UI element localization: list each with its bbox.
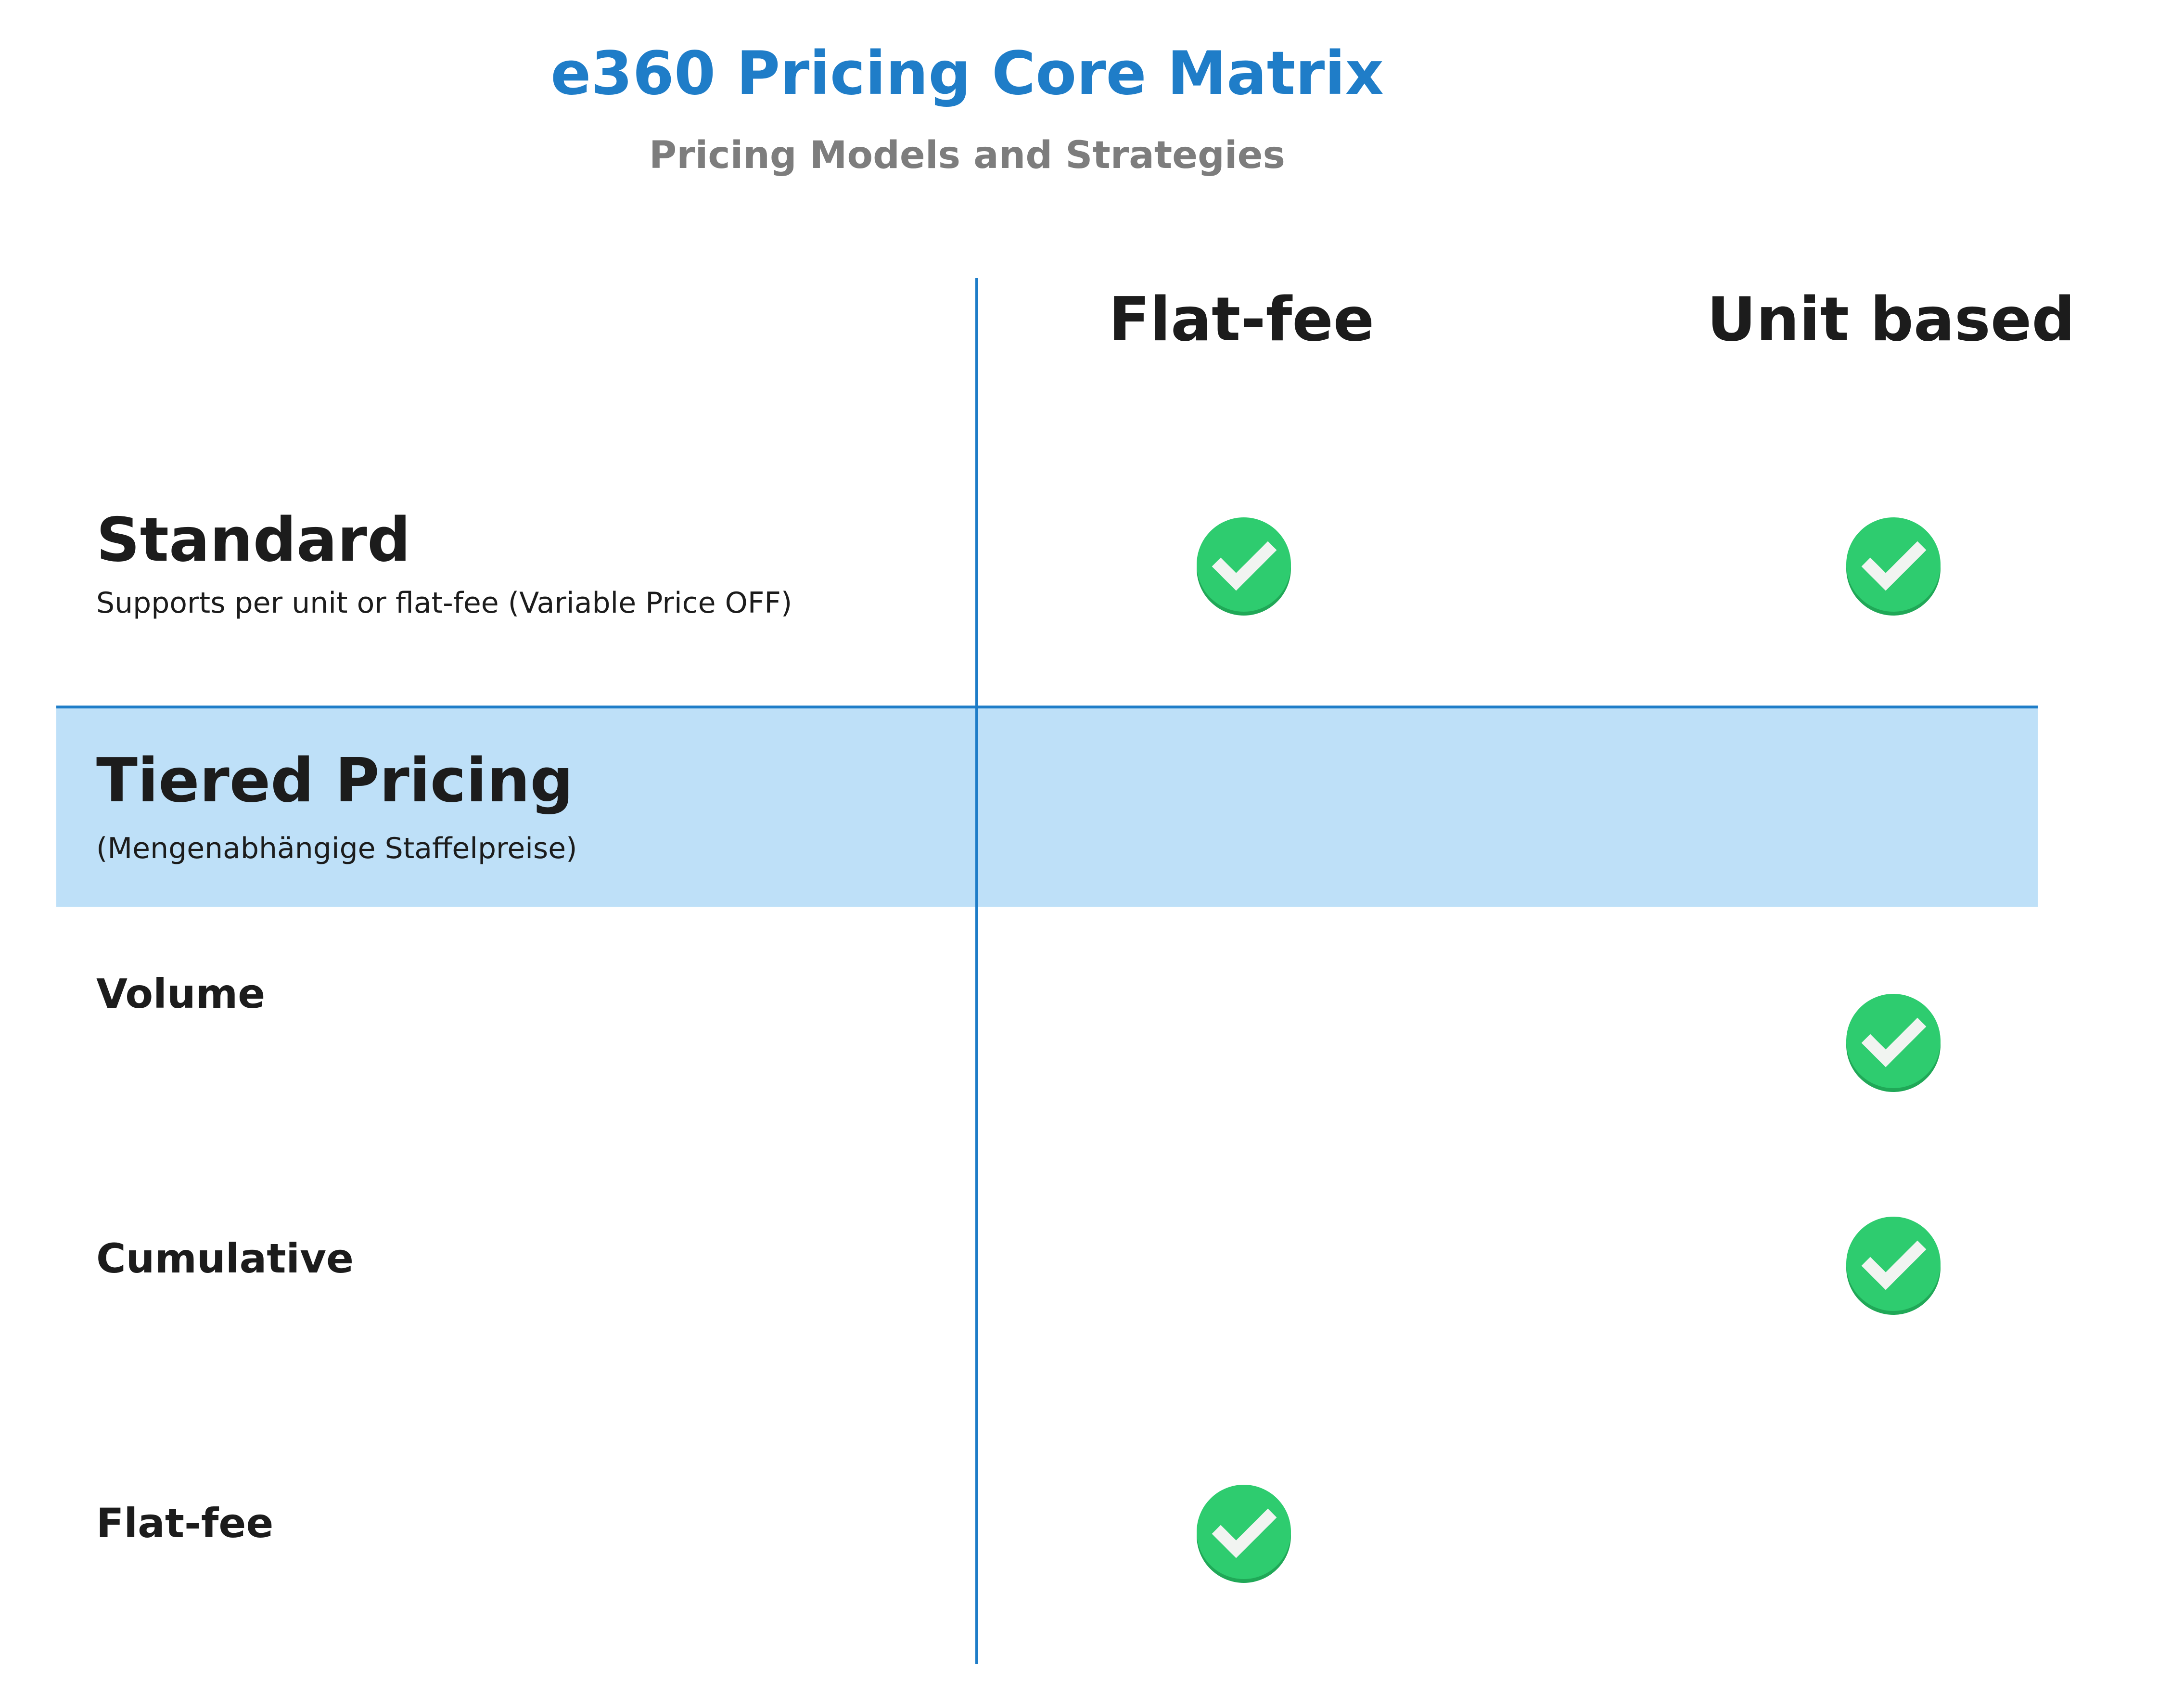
section-desc-tiered-pricing: (Mengenabhängige Staffelpreise) — [96, 832, 577, 865]
check-circle-icon — [1845, 1216, 1941, 1318]
page-title: e360 Pricing Core Matrix — [550, 39, 1384, 108]
check-circle-icon — [1196, 516, 1292, 618]
row-title-standard: Standard — [96, 504, 411, 575]
row-title-flat-fee: Flat-fee — [96, 1500, 274, 1547]
row-title-volume: Volume — [96, 970, 266, 1017]
check-circle-icon — [1845, 993, 1941, 1095]
page-subtitle: Pricing Models and Strategies — [649, 134, 1285, 177]
check-circle-icon — [1196, 1484, 1292, 1586]
column-header-flat-fee: Flat-fee — [1108, 284, 1375, 355]
row-divider-line — [56, 706, 2038, 708]
check-circle-icon — [1845, 516, 1941, 618]
row-desc-standard: Supports per unit or flat-fee (Variable … — [96, 586, 792, 620]
row-title-cumulative: Cumulative — [96, 1235, 354, 1282]
column-header-unit-based: Unit based — [1707, 284, 2075, 355]
section-title-tiered-pricing: Tiered Pricing — [96, 745, 574, 816]
column-divider-line — [975, 278, 978, 1664]
